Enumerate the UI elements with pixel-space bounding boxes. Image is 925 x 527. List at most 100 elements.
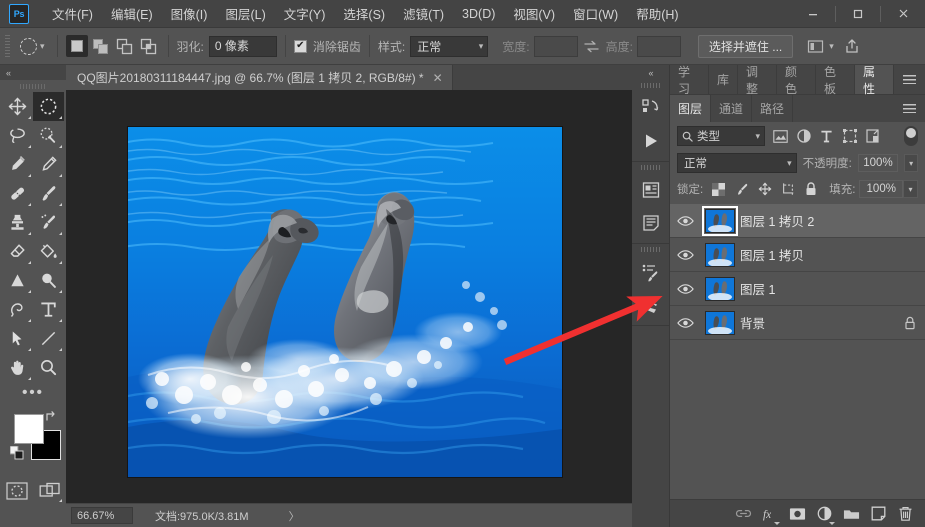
shape-filter-button[interactable] [838, 125, 861, 147]
smart-object-filter-button[interactable] [861, 125, 884, 147]
opacity-stepper[interactable]: ▾ [904, 154, 918, 172]
opacity-input[interactable]: 100% [857, 154, 899, 172]
layer-thumbnail-wrap[interactable] [700, 205, 740, 236]
tools-panel-grip[interactable] [0, 80, 66, 92]
lasso-tool[interactable] [2, 121, 33, 150]
fill-stepper[interactable]: ▾ [903, 180, 918, 198]
pen-tool[interactable] [2, 295, 33, 324]
collapse-panels-button[interactable]: « [632, 65, 669, 80]
paint-bucket-tool[interactable] [33, 237, 64, 266]
tool-preset-picker[interactable]: ▾ [16, 36, 49, 57]
new-layer-button[interactable] [866, 502, 890, 526]
new-selection-button[interactable] [65, 35, 88, 57]
quick-selection-tool[interactable] [33, 121, 64, 150]
line-tool[interactable] [33, 324, 64, 353]
default-colors-button[interactable] [9, 445, 24, 465]
quick-mask-button[interactable] [3, 478, 31, 504]
new-group-button[interactable] [839, 502, 863, 526]
tab-channels[interactable]: 通道 [711, 95, 753, 122]
rail-grip[interactable] [632, 80, 669, 91]
screen-mode-button[interactable] [36, 478, 64, 504]
feather-input[interactable]: 0 像素 [208, 35, 277, 57]
clone-stamp-tool[interactable] [2, 208, 33, 237]
layer-thumbnail-wrap[interactable] [700, 310, 740, 335]
rail-grip[interactable] [632, 162, 669, 173]
adjustments-button[interactable] [632, 255, 670, 288]
lock-image-button[interactable] [733, 180, 750, 198]
dodge-tool[interactable] [33, 266, 64, 295]
rail-grip[interactable] [632, 244, 669, 255]
table-row[interactable]: 图层 1 拷贝 2 [670, 204, 925, 238]
menu-image[interactable]: 图像(I) [162, 0, 217, 27]
collapse-tools-button[interactable]: « [6, 68, 11, 78]
eraser-tool[interactable] [2, 237, 33, 266]
status-expand-button[interactable]: 〉 [289, 508, 300, 524]
lock-position-button[interactable] [756, 180, 773, 198]
close-icon[interactable]: ✕ [433, 71, 443, 85]
tab-libraries[interactable]: 库 [709, 65, 739, 94]
delete-layer-button[interactable] [893, 502, 917, 526]
layer-visibility-toggle[interactable] [670, 283, 700, 295]
lock-artboard-button[interactable] [779, 180, 796, 198]
eyedropper-alt-tool[interactable] [33, 150, 64, 179]
menu-layer[interactable]: 图层(L) [216, 0, 274, 27]
menu-select[interactable]: 选择(S) [334, 0, 394, 27]
menu-edit[interactable]: 编辑(E) [102, 0, 162, 27]
elliptical-marquee-tool[interactable] [33, 92, 64, 121]
libraries-button[interactable] [632, 91, 670, 124]
brush-tool[interactable] [33, 179, 64, 208]
history-brush-tool[interactable] [33, 208, 64, 237]
layer-visibility-toggle[interactable] [670, 249, 700, 261]
blend-mode-select[interactable]: 正常 ▾ [677, 153, 797, 173]
move-tool[interactable] [2, 92, 33, 121]
adjustment-layer-button[interactable] [812, 502, 836, 526]
pixel-filter-button[interactable] [769, 125, 792, 147]
menu-filter[interactable]: 滤镜(T) [394, 0, 453, 27]
subtract-from-selection-button[interactable] [114, 35, 136, 57]
gradient-tool[interactable] [2, 266, 33, 295]
lock-transparent-button[interactable] [710, 180, 727, 198]
healing-brush-tool[interactable] [2, 179, 33, 208]
play-button[interactable] [632, 124, 670, 157]
tab-layers[interactable]: 图层 [670, 95, 712, 122]
layer-thumbnail-wrap[interactable] [700, 276, 740, 301]
layer-visibility-toggle[interactable] [670, 317, 700, 329]
notes-button[interactable] [632, 206, 670, 239]
zoom-tool[interactable] [33, 353, 64, 382]
type-filter-button[interactable] [815, 125, 838, 147]
menu-window[interactable]: 窗口(W) [564, 0, 627, 27]
menu-file[interactable]: 文件(F) [43, 0, 102, 27]
layer-filter-type-select[interactable]: 类型 ▾ [677, 126, 765, 146]
options-bar-grip[interactable] [5, 35, 10, 57]
layers-panel-menu-button[interactable] [894, 95, 925, 122]
properties-panel-menu-button[interactable] [894, 65, 925, 94]
tab-color[interactable]: 颜色 [777, 65, 817, 96]
workspace-switcher-button[interactable] [805, 36, 825, 56]
antialias-checkbox[interactable]: ✔ [293, 39, 307, 53]
link-layers-button[interactable] [731, 502, 755, 526]
eyedropper-tool[interactable] [2, 150, 33, 179]
tab-properties[interactable]: 属性 [855, 65, 895, 96]
add-to-selection-button[interactable] [90, 35, 112, 57]
properties-button[interactable] [632, 173, 670, 206]
layer-mask-button[interactable] [785, 502, 809, 526]
layer-filter-toggle[interactable] [904, 126, 918, 146]
layer-visibility-toggle[interactable] [670, 215, 700, 227]
table-row[interactable]: 图层 1 [670, 272, 925, 306]
fill-input[interactable]: 100% [859, 180, 904, 198]
swap-colors-button[interactable] [45, 410, 58, 426]
lock-all-button[interactable] [802, 180, 819, 198]
brush-settings-button[interactable] [632, 288, 670, 321]
adjustment-filter-button[interactable] [792, 125, 815, 147]
tab-adjustments[interactable]: 调整 [738, 65, 778, 96]
zoom-level-input[interactable]: 66.67% [71, 507, 133, 524]
menu-help[interactable]: 帮助(H) [627, 0, 687, 27]
share-button[interactable] [842, 36, 862, 56]
intersect-selection-button[interactable] [138, 35, 160, 57]
path-selection-tool[interactable] [2, 324, 33, 353]
menu-3d[interactable]: 3D(D) [453, 3, 504, 25]
menu-type[interactable]: 文字(Y) [275, 0, 335, 27]
style-select[interactable]: 正常 ▾ [410, 35, 489, 57]
canvas-area[interactable] [66, 90, 632, 503]
document-tab[interactable]: QQ图片20180311184447.jpg @ 66.7% (图层 1 拷贝 … [66, 65, 453, 90]
